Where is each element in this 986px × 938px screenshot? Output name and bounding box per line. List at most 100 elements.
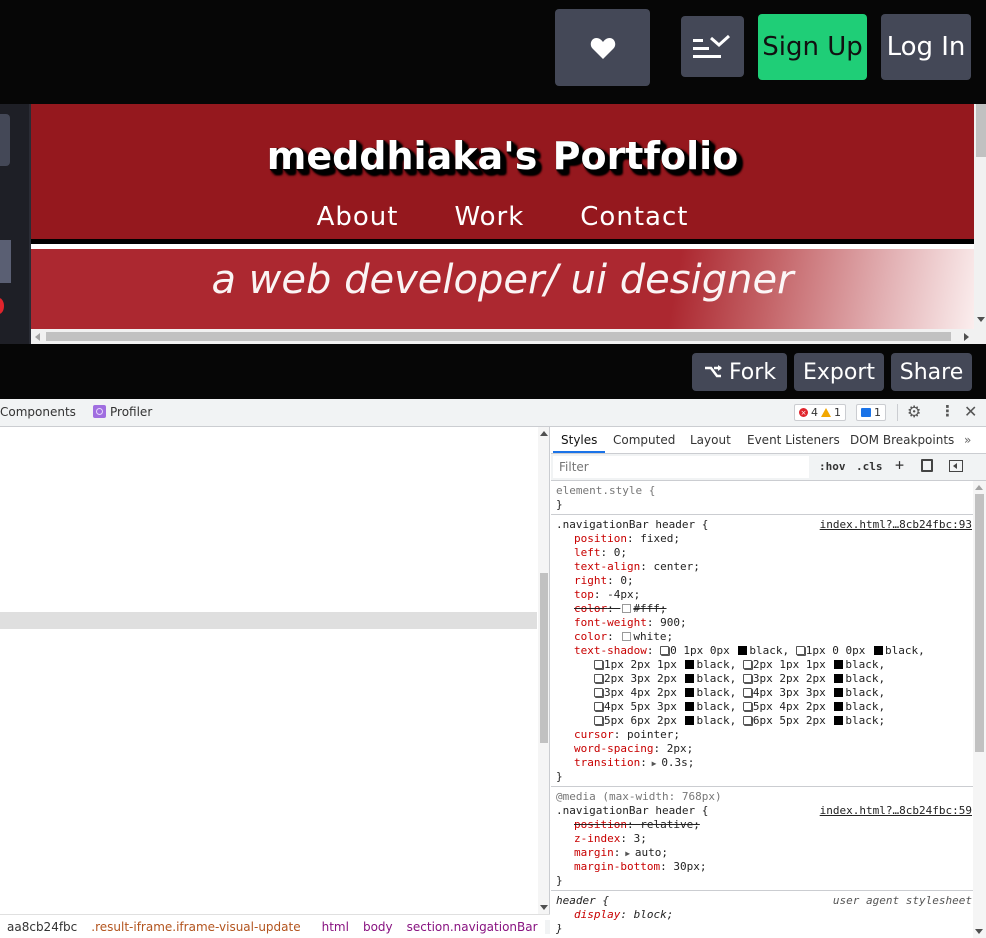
scrollbar-thumb[interactable]	[540, 573, 548, 743]
scrollbar-thumb[interactable]	[46, 332, 951, 341]
scroll-down-arrow-icon[interactable]	[540, 905, 548, 910]
css-property[interactable]: transition: ▶ 0.3s;	[556, 756, 973, 770]
shadow-editor-icon[interactable]	[742, 674, 752, 683]
css-property-overridden[interactable]: position: relative;	[556, 818, 973, 832]
color-swatch[interactable]	[834, 702, 844, 711]
breadcrumb-section[interactable]: section.navigationBar	[400, 920, 545, 934]
scroll-left-arrow-icon[interactable]	[35, 333, 40, 341]
color-swatch[interactable]	[685, 716, 695, 725]
scroll-down-arrow-icon[interactable]	[975, 929, 983, 934]
breadcrumb-html[interactable]: html	[315, 920, 356, 934]
breadcrumb-body[interactable]: body	[356, 920, 400, 934]
css-property[interactable]: position: fixed;	[556, 532, 973, 546]
tab-computed[interactable]: Computed	[613, 433, 675, 447]
color-swatch[interactable]	[834, 660, 844, 669]
shadow-editor-icon[interactable]	[742, 716, 752, 725]
scroll-up-arrow-icon[interactable]	[540, 431, 548, 436]
paint-format-icon[interactable]	[921, 459, 933, 472]
shadow-editor-icon[interactable]	[742, 660, 752, 669]
nav-link-about[interactable]: About	[317, 202, 399, 232]
scrollbar-thumb[interactable]	[975, 494, 984, 752]
element-style-rule[interactable]: element.style { }	[551, 481, 973, 515]
more-tabs-icon[interactable]: »	[964, 433, 971, 447]
css-property[interactable]: right: 0;	[556, 574, 973, 588]
scroll-up-arrow-icon[interactable]	[975, 485, 983, 490]
expand-triangle-icon[interactable]: ▶	[620, 849, 634, 858]
tab-styles[interactable]: Styles	[561, 433, 597, 447]
color-swatch[interactable]	[685, 688, 695, 697]
css-property[interactable]: color: white;	[556, 630, 973, 644]
new-rule-plus-icon[interactable]: +	[895, 456, 904, 474]
share-button[interactable]: Share	[891, 353, 972, 391]
elements-scrollbar[interactable]	[538, 427, 550, 914]
css-property-overridden[interactable]: color: #fff;	[556, 602, 973, 616]
css-rule-media-navigationbar-header[interactable]: @media (max-width: 768px) .navigationBar…	[551, 787, 973, 891]
fork-button[interactable]: Fork	[692, 353, 787, 391]
issues-counter[interactable]: × 4 1	[794, 404, 846, 421]
css-property[interactable]: z-index: 3;	[556, 832, 973, 846]
shadow-editor-icon[interactable]	[742, 702, 752, 711]
css-property[interactable]: top: -4px;	[556, 588, 973, 602]
rule-source-link[interactable]: index.html?…8cb24fbc:59	[820, 804, 972, 818]
preview-horizontal-scrollbar[interactable]	[31, 329, 974, 344]
log-in-button[interactable]: Log In	[881, 14, 971, 80]
css-property[interactable]: left: 0;	[556, 546, 973, 560]
nav-link-work[interactable]: Work	[454, 202, 524, 232]
class-toggle[interactable]: .cls	[856, 460, 883, 473]
more-options-icon[interactable]: ⋮	[940, 402, 955, 420]
color-swatch[interactable]	[685, 674, 695, 683]
css-rule-navigationbar-header[interactable]: .navigationBar header {index.html?…8cb24…	[551, 515, 973, 787]
shadow-editor-icon[interactable]	[594, 660, 603, 669]
selected-node-row[interactable]	[0, 612, 537, 629]
tab-event-listeners[interactable]: Event Listeners	[747, 433, 840, 447]
breadcrumb-iframe[interactable]: aa8cb24fbc .result-iframe.iframe-visual-u…	[0, 920, 315, 934]
change-view-button[interactable]	[681, 16, 744, 77]
site-title[interactable]: meddhiaka's Portfolio	[31, 134, 974, 178]
close-devtools-icon[interactable]: ✕	[964, 402, 977, 421]
tab-layout[interactable]: Layout	[690, 433, 731, 447]
tab-components[interactable]: Components	[0, 405, 76, 419]
css-property[interactable]: font-weight: 900;	[556, 616, 973, 630]
shadow-editor-icon[interactable]	[795, 646, 805, 655]
tab-profiler[interactable]: Profiler	[93, 405, 152, 419]
rule-source-link[interactable]: index.html?…8cb24fbc:93	[820, 518, 972, 532]
scroll-right-arrow-icon[interactable]	[964, 333, 969, 341]
sign-up-button[interactable]: Sign Up	[758, 14, 867, 80]
scroll-down-arrow-icon[interactable]	[977, 317, 985, 322]
css-property[interactable]: display: block;	[556, 908, 973, 922]
shadow-editor-icon[interactable]	[594, 674, 603, 683]
css-property[interactable]: margin: ▶ auto;	[556, 846, 973, 860]
css-property[interactable]: word-spacing: 2px;	[556, 742, 973, 756]
color-swatch[interactable]	[738, 646, 748, 655]
toggle-sidebar-icon[interactable]	[949, 460, 963, 472]
messages-counter[interactable]: 1	[856, 404, 886, 421]
css-property[interactable]: text-align: center;	[556, 560, 973, 574]
shadow-editor-icon[interactable]	[594, 688, 603, 697]
css-rule-user-agent-header[interactable]: header {user agent stylesheet display: b…	[551, 891, 973, 938]
settings-gear-icon[interactable]: ⚙	[907, 402, 921, 421]
love-button[interactable]	[555, 9, 650, 86]
color-swatch[interactable]	[873, 646, 883, 655]
scrollbar-thumb[interactable]	[976, 104, 986, 157]
hover-state-toggle[interactable]: :hov	[819, 460, 846, 473]
color-swatch[interactable]	[622, 604, 632, 613]
styles-filter-input[interactable]	[553, 456, 809, 478]
styles-scrollbar[interactable]	[973, 481, 986, 938]
shadow-editor-icon[interactable]	[594, 702, 603, 711]
css-property-text-shadow[interactable]: text-shadow: 0 1px 0px black, 1px 0 0px …	[556, 644, 973, 658]
css-property[interactable]: margin-bottom: 30px;	[556, 860, 973, 874]
preview-vertical-scrollbar[interactable]	[974, 104, 986, 344]
tab-dom-breakpoints[interactable]: DOM Breakpoints	[850, 433, 954, 447]
css-property[interactable]: cursor: pointer;	[556, 728, 973, 742]
color-swatch[interactable]	[834, 716, 844, 725]
side-panel-control[interactable]	[0, 240, 11, 283]
expand-triangle-icon[interactable]: ▶	[647, 759, 661, 768]
side-panel-button[interactable]	[0, 114, 10, 166]
shadow-editor-icon[interactable]	[742, 688, 752, 697]
shadow-editor-icon[interactable]	[594, 716, 603, 725]
nav-link-contact[interactable]: Contact	[580, 202, 688, 232]
shadow-editor-icon[interactable]	[660, 646, 670, 655]
color-swatch[interactable]	[685, 660, 695, 669]
color-swatch[interactable]	[685, 702, 695, 711]
color-swatch[interactable]	[834, 688, 844, 697]
